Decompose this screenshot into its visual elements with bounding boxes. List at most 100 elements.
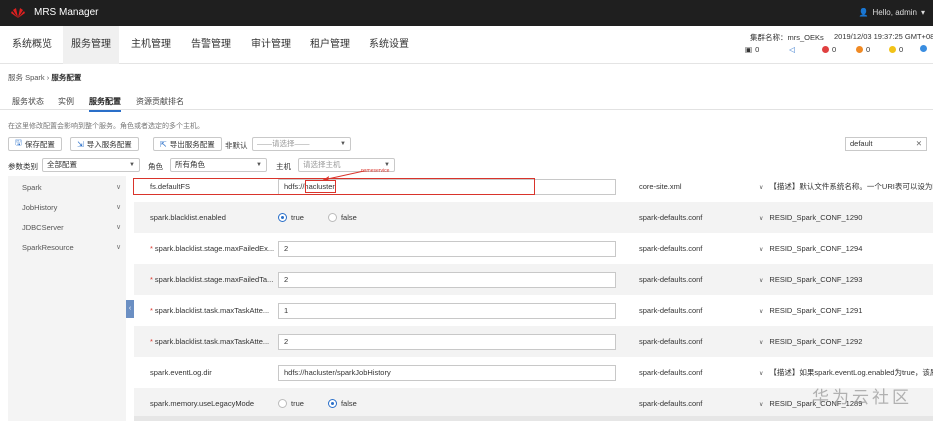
- watermark: 华为云社区: [812, 388, 912, 407]
- task-status[interactable]: ▣ 0: [745, 45, 759, 54]
- app-title: MRS Manager: [34, 7, 99, 18]
- config-hint: 在这里修改配置会影响到整个服务。角色或者选定的多个主机。: [8, 123, 204, 130]
- sidebar-item-sparkresource[interactable]: SparkResource: [22, 243, 74, 252]
- sidebar-item-jobhistory[interactable]: JobHistory: [22, 203, 57, 212]
- config-row: * spark.blacklist.stage.maxFailedEx... 2 …: [134, 233, 933, 264]
- required-icon: *: [150, 275, 153, 284]
- config-name: * spark.blacklist.stage.maxFailedTa...: [150, 275, 274, 284]
- radio-group: true false: [278, 202, 357, 233]
- tab-resource-ranking[interactable]: 资源贡献排名: [136, 96, 184, 107]
- nav-tenant-management[interactable]: 租户管理: [302, 26, 358, 64]
- warning-alarm-icon: [920, 45, 927, 52]
- tab-service-config[interactable]: 服务配置: [89, 96, 121, 112]
- chevron-down-icon: ∨: [759, 185, 764, 191]
- chevron-down-icon[interactable]: ∨: [116, 243, 121, 251]
- chevron-down-icon: ▾: [920, 8, 925, 17]
- chevron-down-icon[interactable]: ∨: [116, 223, 121, 231]
- chevron-down-icon: ∨: [759, 340, 764, 346]
- radio-true[interactable]: [278, 399, 287, 408]
- config-description[interactable]: ∨ RESID_Spark_CONF_1293: [759, 264, 862, 297]
- critical-alarm-icon: [822, 46, 829, 53]
- radio-false[interactable]: [327, 399, 337, 408]
- tab-service-status[interactable]: 服务状态: [12, 96, 44, 107]
- config-value-input[interactable]: 2: [278, 272, 616, 288]
- chevron-down-icon: ∨: [759, 371, 764, 377]
- search-input[interactable]: default ✕: [845, 137, 927, 151]
- service-tabs: 服务状态 实例 服务配置 资源贡献排名: [0, 92, 933, 112]
- config-value-input[interactable]: 2: [278, 241, 616, 257]
- radio-false[interactable]: [327, 213, 337, 222]
- config-description[interactable]: ∨ RESID_Spark_CONF_1291: [759, 295, 862, 328]
- role-select[interactable]: 所有角色 ▼: [170, 158, 267, 172]
- chevron-down-icon: ▼: [129, 162, 135, 168]
- config-name: spark.memory.useLegacyMode: [150, 399, 255, 408]
- config-row: spark.blacklist.enabled true false spark…: [134, 202, 933, 233]
- chevron-down-icon: ∨: [759, 278, 764, 284]
- config-value-input[interactable]: 2: [278, 334, 616, 350]
- config-file: spark-defaults.conf: [639, 306, 703, 315]
- param-type-select[interactable]: 全部配置 ▼: [42, 158, 140, 172]
- chevron-down-icon: ▼: [340, 141, 346, 147]
- main-nav: 系统概览 服务管理 主机管理 告警管理 审计管理 租户管理 系统设置 集群名称：…: [0, 26, 933, 64]
- config-row: * spark.blacklist.task.maxTaskAtte... 1 s…: [134, 295, 933, 326]
- chevron-down-icon: ∨: [759, 216, 764, 222]
- config-name: * spark.blacklist.task.maxTaskAtte...: [150, 306, 270, 315]
- clipboard-icon: ▣: [745, 45, 753, 54]
- config-value-input[interactable]: 1: [278, 303, 616, 319]
- announcement-status[interactable]: ◁: [789, 45, 795, 54]
- config-description[interactable]: ∨ 【描述】默认文件系统名称。一个URI表可以设为hdf: [759, 171, 933, 204]
- config-row: * spark.blacklist.stage.maxFailedTa... 2 …: [134, 264, 933, 295]
- radio-group: true false: [278, 388, 357, 419]
- nav-audit-management[interactable]: 审计管理: [243, 26, 299, 64]
- chevron-down-icon: ∨: [759, 309, 764, 315]
- breadcrumb: 服务 Spark › 服务配置: [8, 72, 81, 83]
- collapse-sidebar-button[interactable]: ‹: [126, 300, 134, 318]
- speaker-icon: ◁: [789, 45, 795, 54]
- nav-service-management[interactable]: 服务管理: [63, 26, 119, 64]
- chevron-down-icon: ▼: [256, 162, 262, 168]
- horizontal-scrollbar[interactable]: [134, 416, 933, 421]
- export-config-button[interactable]: ⇱ 导出服务配置: [153, 137, 222, 151]
- critical-alarm-count[interactable]: 0: [822, 45, 836, 54]
- top-bar: MRS Manager 👤 Hello, admin ▾: [0, 0, 933, 26]
- import-icon: ⇲: [77, 139, 84, 149]
- export-icon: ⇱: [160, 139, 167, 149]
- config-name: * spark.blacklist.task.maxTaskAtte...: [150, 337, 270, 346]
- config-file: spark-defaults.conf: [639, 399, 703, 408]
- breadcrumb-service[interactable]: 服务 Spark: [8, 73, 45, 82]
- config-description[interactable]: ∨ RESID_Spark_CONF_1292: [759, 326, 862, 359]
- nav-host-management[interactable]: 主机管理: [123, 26, 179, 64]
- tab-instances[interactable]: 实例: [58, 96, 74, 107]
- clear-icon[interactable]: ✕: [916, 138, 922, 150]
- save-config-button[interactable]: 🖫 保存配置: [8, 137, 62, 151]
- non-default-select[interactable]: ——请选择—— ▼: [252, 137, 351, 151]
- save-icon: 🖫: [15, 138, 22, 147]
- config-value-input[interactable]: hdfs://hacluster/sparkJobHistory: [278, 365, 616, 381]
- config-file: spark-defaults.conf: [639, 368, 703, 377]
- sidebar-item-spark[interactable]: Spark: [22, 183, 42, 192]
- config-description[interactable]: ∨ RESID_Spark_CONF_1290: [759, 202, 862, 235]
- config-name: spark.blacklist.enabled: [150, 213, 226, 222]
- chevron-down-icon[interactable]: ∨: [116, 183, 121, 191]
- major-alarm-count[interactable]: 0: [856, 45, 870, 54]
- required-icon: *: [150, 306, 153, 315]
- config-file: spark-defaults.conf: [639, 337, 703, 346]
- required-icon: *: [150, 337, 153, 346]
- major-alarm-icon: [856, 46, 863, 53]
- nav-alarm-management[interactable]: 告警管理: [183, 26, 239, 64]
- nav-system-settings[interactable]: 系统设置: [361, 26, 417, 64]
- user-menu[interactable]: 👤 Hello, admin ▾: [859, 8, 925, 17]
- chevron-down-icon: ∨: [759, 247, 764, 253]
- minor-alarm-count[interactable]: 0: [889, 45, 903, 54]
- config-row: * spark.blacklist.task.maxTaskAtte... 2 s…: [134, 326, 933, 357]
- chevron-down-icon[interactable]: ∨: [116, 203, 121, 211]
- import-config-button[interactable]: ⇲ 导入服务配置: [70, 137, 139, 151]
- config-file: spark-defaults.conf: [639, 213, 703, 222]
- nav-system-overview[interactable]: 系统概览: [4, 26, 60, 64]
- radio-true[interactable]: [278, 213, 287, 222]
- config-file: core-site.xml: [639, 182, 682, 191]
- warning-alarm-count[interactable]: [920, 45, 927, 52]
- required-icon: *: [150, 244, 153, 253]
- config-description[interactable]: ∨ RESID_Spark_CONF_1294: [759, 233, 862, 266]
- sidebar-item-jdbcserver[interactable]: JDBCServer: [22, 223, 64, 232]
